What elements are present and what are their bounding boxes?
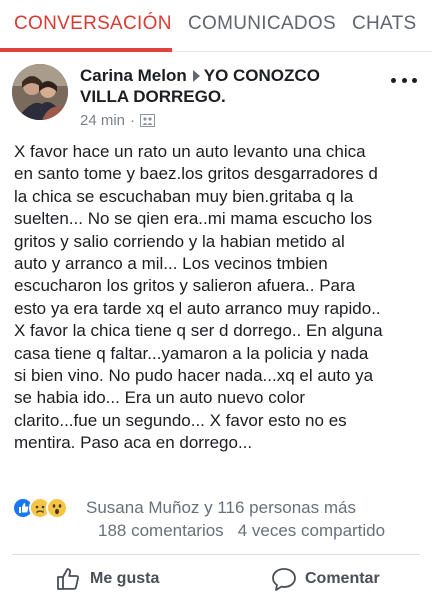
comments-count[interactable]: 188 comentarios [98, 521, 224, 540]
post-body-line: suelten... No se qien era..mi mama escuc… [14, 209, 373, 229]
post-body-line: clarito...fue un segundo... X favor esto… [14, 410, 347, 430]
post-header: Carina Melon YO CONOZCO VILLA DORREGO. [80, 65, 370, 107]
post-body-line: esto ya era tarde xq el auto arranco muy… [14, 298, 381, 318]
comment-icon [272, 568, 296, 591]
shares-count[interactable]: 4 veces compartido [238, 521, 385, 540]
like-button[interactable]: Me gusta [56, 566, 159, 592]
reaction-icons[interactable] [12, 497, 68, 519]
divider [12, 554, 420, 555]
tab-comunicados[interactable]: COMUNICADOS [188, 13, 336, 35]
like-label: Me gusta [90, 570, 160, 587]
avatar[interactable] [12, 64, 68, 120]
tab-conversacion[interactable]: CONVERSACIÓN [14, 13, 172, 35]
author-name[interactable]: Carina Melon [80, 66, 187, 85]
reactions-summary[interactable]: Susana Muñoz y 116 personas más [86, 498, 356, 518]
post-body-line: X favor hace un rato un auto levanto una… [14, 142, 366, 161]
comment-label: Comentar [305, 570, 380, 587]
post-body-line: escucharon los gritos y salieron afuera.… [14, 276, 356, 296]
post-body-line: mentira. Paso aca en dorrego... [14, 433, 253, 453]
triangle-right-icon [192, 70, 200, 83]
tab-bar: CONVERSACIÓN COMUNICADOS CHATS [0, 0, 432, 52]
comment-button[interactable]: Comentar [271, 566, 380, 592]
post-body-line: casa tiene q faltar...yamaron a la polic… [14, 343, 369, 363]
post-body-line: la chica se escuchaban muy bien.gritaba … [14, 186, 354, 206]
tab-chats[interactable]: CHATS [352, 13, 416, 35]
wow-icon [46, 497, 68, 519]
post-body-line: auto y arranco a mil... Los vecinos tmbi… [14, 254, 328, 274]
post-body: X favor hace un rato un auto levanto una… [14, 141, 426, 455]
engagement-counts: 188 comentarios 4 veces compartido [98, 521, 385, 541]
more-options-icon[interactable] [391, 74, 417, 86]
post-body-line: gritos y salio corriendo y la habian met… [14, 231, 345, 251]
post-body-line: se habia ido... Era un auto nuevo color [14, 388, 306, 408]
active-tab-indicator [0, 48, 172, 52]
post-time[interactable]: 24 min [80, 112, 125, 129]
group-audience-icon [140, 114, 156, 127]
thumbs-up-icon [57, 568, 79, 590]
post-body-line: X favor la chica tiene q ser d dorrego..… [14, 321, 383, 341]
post-body-line: si bien vino. No pudo hacer nada...xq el… [14, 366, 374, 386]
post-body-line: en santo tome y baez.los gritos desgarra… [14, 164, 378, 184]
post-meta: 24 min · [80, 112, 156, 129]
